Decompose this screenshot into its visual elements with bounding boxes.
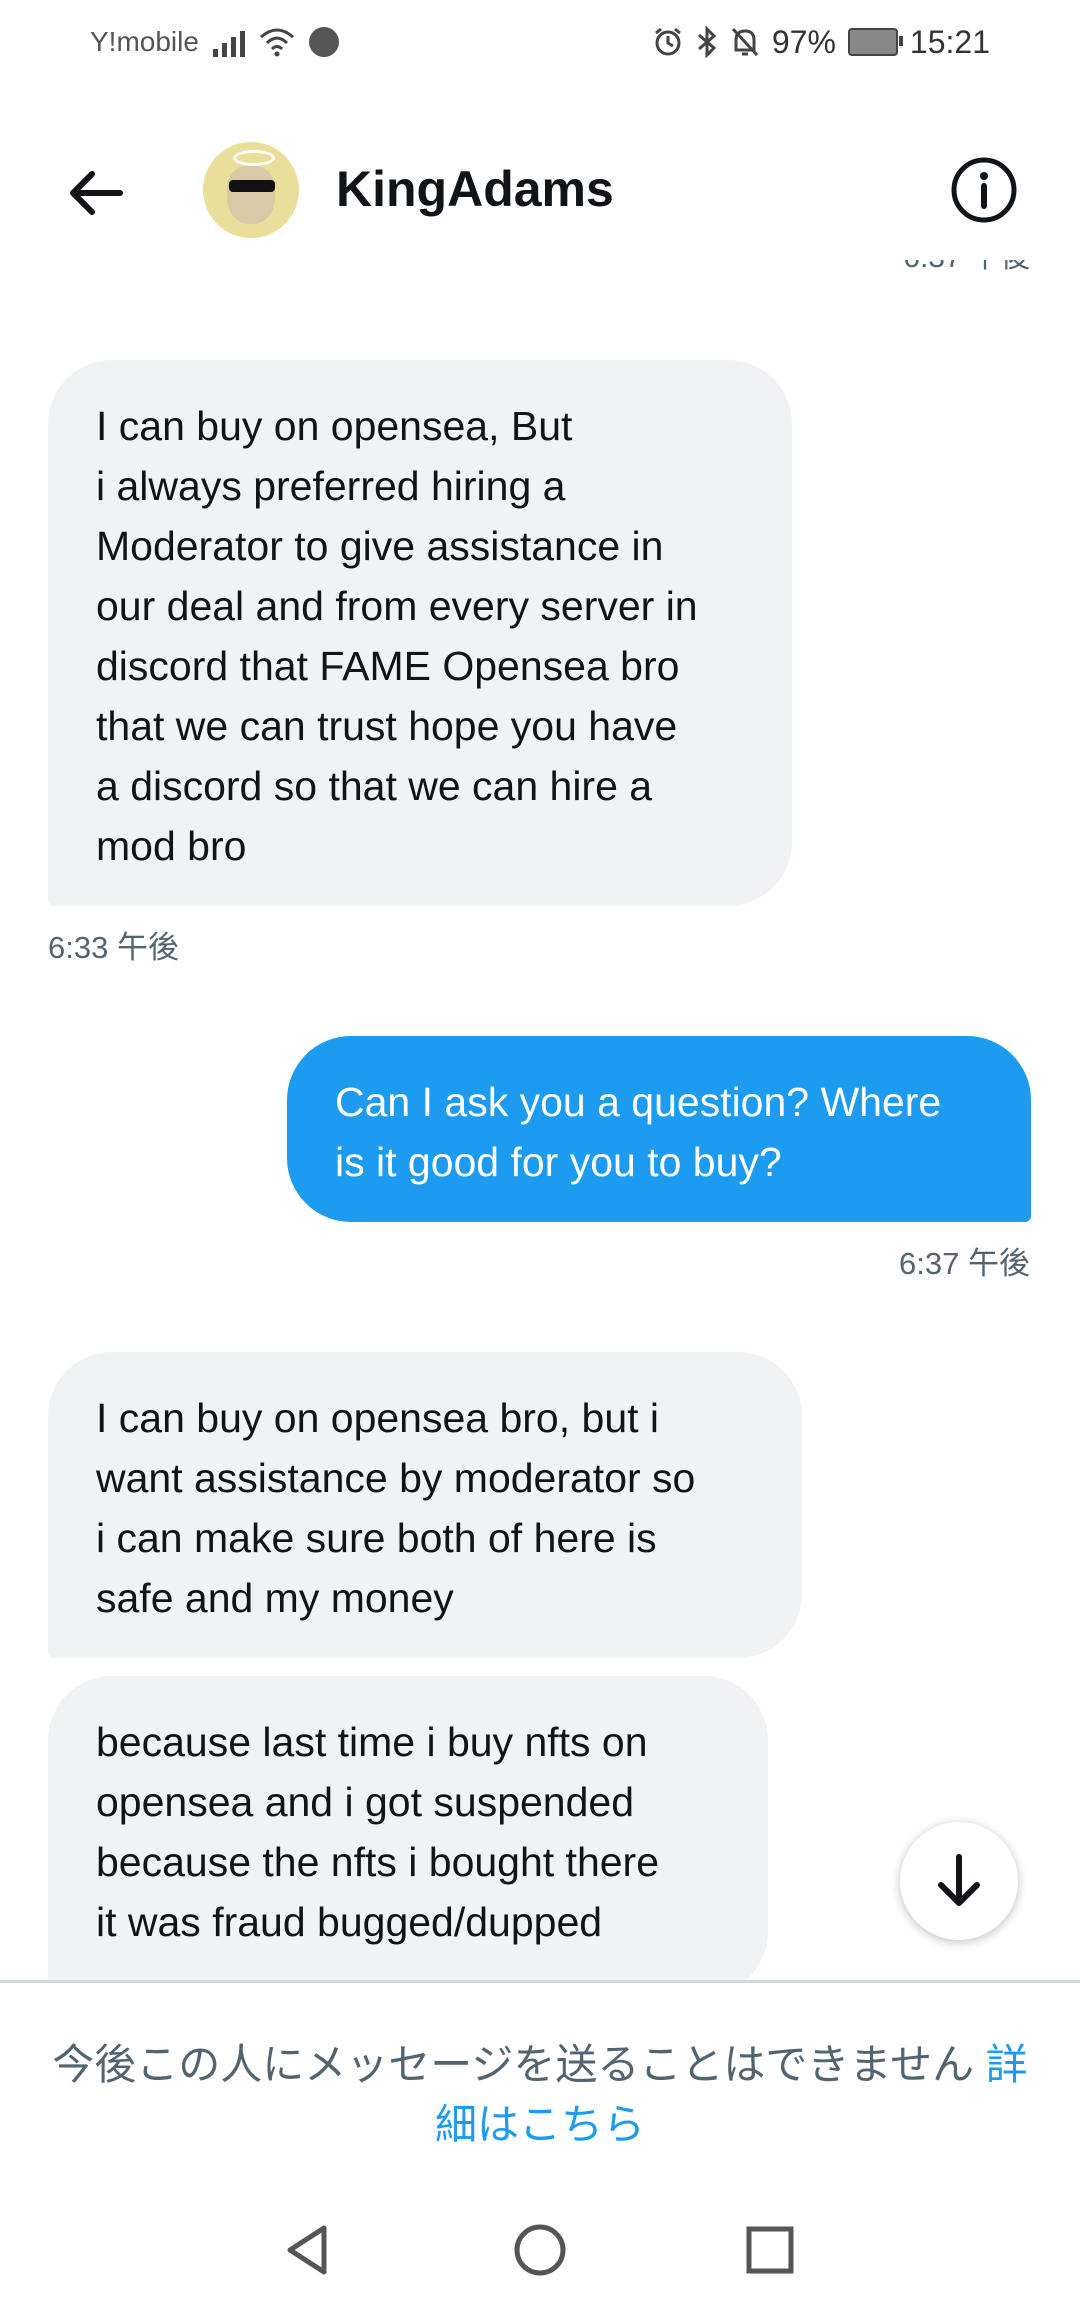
back-triangle-icon[interactable] <box>278 2220 338 2280</box>
clock: 15:21 <box>909 23 990 60</box>
message-timestamp: 6:37 午後 <box>899 1246 1030 1281</box>
notice-message: 今後この人にメッセージを送ることはできません <box>52 2041 975 2088</box>
message-line: Can I ask you a question? Where <box>335 1079 942 1125</box>
alarm-icon <box>654 27 681 56</box>
message-line: is it good for you to buy? <box>335 1139 782 1185</box>
signal-icon <box>212 27 245 57</box>
dm-disabled-notice: 今後この人にメッセージを送ることはできません 詳細はこちら <box>0 1980 1080 2163</box>
conversation-header: KingAdams <box>0 120 1080 260</box>
message-timestamp: 6:37 午後 <box>903 260 1030 276</box>
notification-badge-icon <box>308 27 339 57</box>
bluetooth-icon <box>697 26 717 58</box>
message-list[interactable]: 6:37 午後 I can buy on opensea, But i alwa… <box>0 260 1080 1980</box>
message-line: i can make sure both of here is <box>96 1515 657 1561</box>
received-message[interactable]: I can buy on opensea, But i always prefe… <box>48 360 792 906</box>
message-line: because last time i buy nfts on <box>96 1719 648 1765</box>
recents-square-icon[interactable] <box>740 2220 800 2280</box>
message-line: I can buy on opensea, But <box>96 403 573 449</box>
battery-icon <box>847 28 903 56</box>
message-line: because the nfts i bought there <box>96 1839 660 1885</box>
message-line: our deal and from every server in <box>96 583 698 629</box>
message-line: safe and my money <box>96 1575 454 1621</box>
message-line: mod bro <box>96 823 247 869</box>
contact-name[interactable]: KingAdams <box>336 160 614 218</box>
wifi-icon <box>259 28 294 57</box>
battery-percent: 97% <box>771 23 836 60</box>
carrier-label: Y!mobile <box>90 26 199 57</box>
message-line: i always preferred hiring a <box>96 463 566 509</box>
received-message[interactable]: because last time i buy nfts on opensea … <box>48 1676 768 1980</box>
info-icon[interactable] <box>950 156 1018 224</box>
notice-text: 今後この人にメッセージを送ることはできません 詳細はこちら <box>50 2035 1030 2155</box>
message-line: Moderator to give assistance in <box>96 523 664 569</box>
status-right: 97% 15:21 <box>652 20 990 64</box>
arrow-down-icon <box>938 1854 980 1906</box>
status-bar: Y!mobile 97% 15:21 <box>0 0 1080 84</box>
system-nav-bar <box>0 2190 1080 2312</box>
home-circle-icon[interactable] <box>510 2220 570 2280</box>
message-line: I can buy on opensea bro, but i <box>96 1395 660 1441</box>
message-line: it was fraud bugged/dupped <box>96 1899 603 1945</box>
message-line: that we can trust hope you have <box>96 703 678 749</box>
message-line: discord that FAME Opensea bro <box>96 643 680 689</box>
received-message[interactable]: I can buy on opensea bro, but i want ass… <box>48 1352 802 1658</box>
message-line: opensea and i got suspended <box>96 1779 635 1825</box>
bell-off-icon <box>731 27 758 57</box>
sent-message[interactable]: Can I ask you a question? Where is it go… <box>287 1036 1031 1222</box>
message-timestamp: 6:33 午後 <box>48 930 179 965</box>
message-line: want assistance by moderator so <box>96 1455 696 1501</box>
message-line: a discord so that we can hire a <box>96 763 653 809</box>
avatar[interactable] <box>203 142 299 238</box>
scroll-to-bottom-button[interactable] <box>900 1822 1018 1940</box>
arrow-left-icon[interactable] <box>62 158 132 228</box>
status-left: Y!mobile <box>90 20 339 64</box>
